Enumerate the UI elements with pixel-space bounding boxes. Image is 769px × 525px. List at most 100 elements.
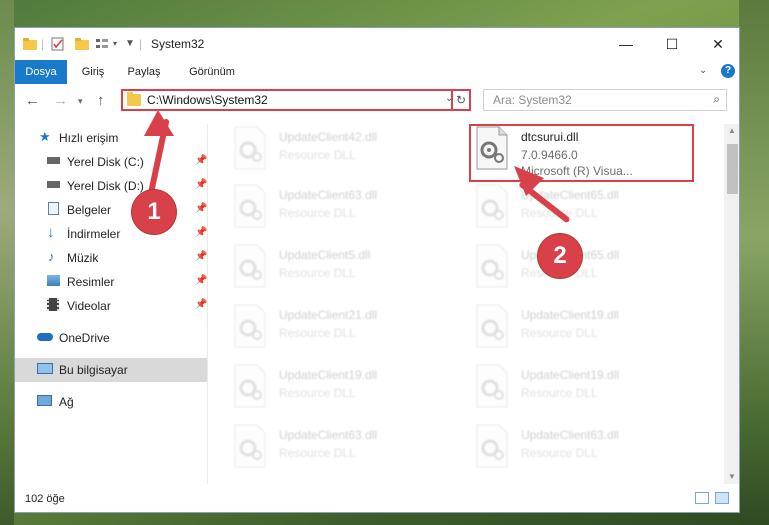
explorer-window: | ▾ ▼ | System32 — ☐ ✕ Dosya Giriş Payla… (14, 27, 740, 513)
sidebar-item-documents[interactable]: Belgeler 📌 (15, 198, 207, 222)
pin-icon[interactable]: 📌 (195, 203, 207, 214)
file-type: Resource DLL (279, 148, 356, 162)
file-highlight-box (469, 124, 694, 182)
sidebar-item-label: Yerel Disk (D:) (67, 179, 144, 193)
scrollbar-thumb[interactable] (727, 144, 738, 194)
customize-toolbar-icon[interactable]: ▾ (113, 39, 117, 53)
close-button[interactable]: ✕ (695, 28, 739, 60)
pin-icon[interactable]: 📌 (195, 275, 207, 286)
file-item[interactable]: UpdateClient21.dll Resource DLL (233, 304, 463, 360)
pin-icon[interactable]: 📌 (195, 251, 207, 262)
file-item[interactable]: UpdateClient5.dll Resource DLL (233, 244, 463, 300)
address-path: C:\Windows\System32 (147, 93, 268, 107)
title-bar: | ▾ ▼ | System32 — ☐ ✕ (15, 28, 739, 60)
drive-icon (47, 157, 60, 164)
sidebar-item-onedrive[interactable]: OneDrive (15, 326, 207, 350)
dll-file-icon (234, 126, 266, 170)
file-type: Resource DLL (521, 326, 598, 340)
star-icon: ★ (39, 129, 51, 144)
pin-icon[interactable]: 📌 (195, 299, 207, 310)
view-options-icon[interactable] (95, 37, 109, 51)
dll-file-icon (476, 304, 508, 348)
pin-icon[interactable]: 📌 (195, 179, 207, 190)
forward-icon[interactable]: → (53, 92, 68, 109)
annotation-badge-2: 2 (538, 234, 582, 278)
tab-share[interactable]: Paylaş (119, 60, 169, 84)
file-item[interactable]: UpdateClient19.dll Resource DLL (475, 304, 705, 360)
file-item[interactable]: UpdateClient19.dll Resource DLL (233, 364, 463, 420)
file-item[interactable]: UpdateClient65.dll Resource DLL (475, 244, 705, 300)
sidebar-item-label: OneDrive (59, 331, 110, 345)
annotation-arrowhead-2 (514, 166, 544, 196)
address-bar[interactable]: C:\Windows\System32 ⌄ (121, 89, 471, 111)
sidebar-item-label: Belgeler (67, 203, 112, 217)
refresh-button[interactable]: ↻ (451, 89, 471, 111)
file-name: UpdateClient19.dll (279, 368, 378, 382)
tab-home[interactable]: Giriş (71, 60, 115, 84)
sidebar-item-label: Ağ (59, 395, 74, 409)
folder-icon (127, 92, 141, 106)
sidebar-item-this-pc[interactable]: Bu bilgisayar (15, 358, 207, 382)
sidebar-item-label: Müzik (67, 251, 99, 265)
large-icons-view-icon[interactable] (715, 492, 729, 504)
scroll-up-icon[interactable]: ▲ (728, 126, 736, 135)
recent-locations-icon[interactable]: ▾ (78, 96, 83, 107)
file-item[interactable]: UpdateClient63.dll Resource DLL (475, 424, 705, 480)
new-folder-icon[interactable] (75, 37, 89, 51)
maximize-button[interactable]: ☐ (649, 28, 695, 60)
expand-ribbon-icon[interactable]: ⌄ (699, 65, 707, 76)
dll-file-icon (234, 364, 266, 408)
file-name: UpdateClient19.dll (521, 368, 620, 382)
dll-file-icon (234, 244, 266, 288)
sidebar-item-music[interactable]: ♪ Müzik 📌 (15, 246, 207, 270)
desktop-background-right (739, 0, 769, 525)
sidebar-item-label: Videolar (67, 299, 111, 313)
file-type: Resource DLL (279, 206, 356, 220)
up-icon[interactable]: ↑ (97, 92, 105, 109)
help-icon[interactable]: ? (721, 64, 735, 78)
sidebar-item-downloads[interactable]: ↓ İndirmeler 📌 (15, 222, 207, 246)
documents-icon (48, 202, 59, 215)
minimize-button[interactable]: — (603, 28, 649, 60)
pin-icon[interactable]: 📌 (195, 227, 207, 238)
tab-view[interactable]: Görünüm (181, 60, 243, 84)
dll-file-icon (234, 304, 266, 348)
annotation-arrowhead-1 (144, 110, 174, 136)
address-row: ← → ▾ ↑ C:\Windows\System32 ⌄ ↻ Ara: Sys… (15, 84, 739, 118)
sidebar-item-drive-d[interactable]: Yerel Disk (D:) 📌 (15, 174, 207, 198)
file-item[interactable]: UpdateClient63.dll Resource DLL (233, 424, 463, 480)
sidebar-item-videos[interactable]: Videolar 📌 (15, 294, 207, 318)
file-item[interactable]: UpdateClient42.dll Resource DLL (233, 126, 463, 182)
details-view-icon[interactable] (695, 492, 709, 504)
item-count: 102 öğe (25, 493, 65, 505)
vertical-scrollbar[interactable]: ▲ ▼ (724, 124, 739, 484)
file-item[interactable]: UpdateClient63.dll Resource DLL (233, 184, 463, 240)
sidebar-item-drive-c[interactable]: Yerel Disk (C:) 📌 (15, 150, 207, 174)
search-icon: ⌕ (713, 92, 720, 106)
title-separator: | (139, 37, 143, 51)
network-icon (37, 395, 52, 406)
file-item[interactable]: UpdateClient19.dll Resource DLL (475, 364, 705, 420)
back-icon[interactable]: ← (25, 92, 40, 109)
tab-file[interactable]: Dosya (15, 60, 67, 84)
sidebar-item-label: Resimler (67, 275, 115, 289)
pictures-icon (47, 275, 60, 286)
file-type: Resource DLL (279, 446, 356, 460)
sidebar-item-pictures[interactable]: Resimler 📌 (15, 270, 207, 294)
file-name: UpdateClient19.dll (521, 308, 620, 322)
annotation-badge-1: 1 (132, 190, 176, 234)
sidebar-item-network[interactable]: Ağ (15, 390, 207, 414)
sidebar-item-quick-access[interactable]: ★ Hızlı erişim (15, 126, 207, 150)
dll-file-icon (234, 424, 266, 468)
dropdown-icon[interactable]: ▼ (125, 38, 135, 52)
pin-icon[interactable]: 📌 (195, 155, 207, 166)
music-icon: ♪ (48, 249, 55, 264)
search-input[interactable]: Ara: System32 ⌕ (483, 89, 727, 111)
navigation-pane: ★ Hızlı erişim Yerel Disk (C:) 📌 Yerel D… (15, 124, 207, 484)
properties-icon[interactable] (51, 37, 65, 51)
dll-file-icon (476, 364, 508, 408)
file-type: Resource DLL (279, 386, 356, 400)
file-list: UpdateClient42.dll Resource DLL UpdateCl… (208, 124, 724, 484)
videos-icon (47, 298, 59, 311)
scroll-down-icon[interactable]: ▼ (728, 472, 736, 481)
